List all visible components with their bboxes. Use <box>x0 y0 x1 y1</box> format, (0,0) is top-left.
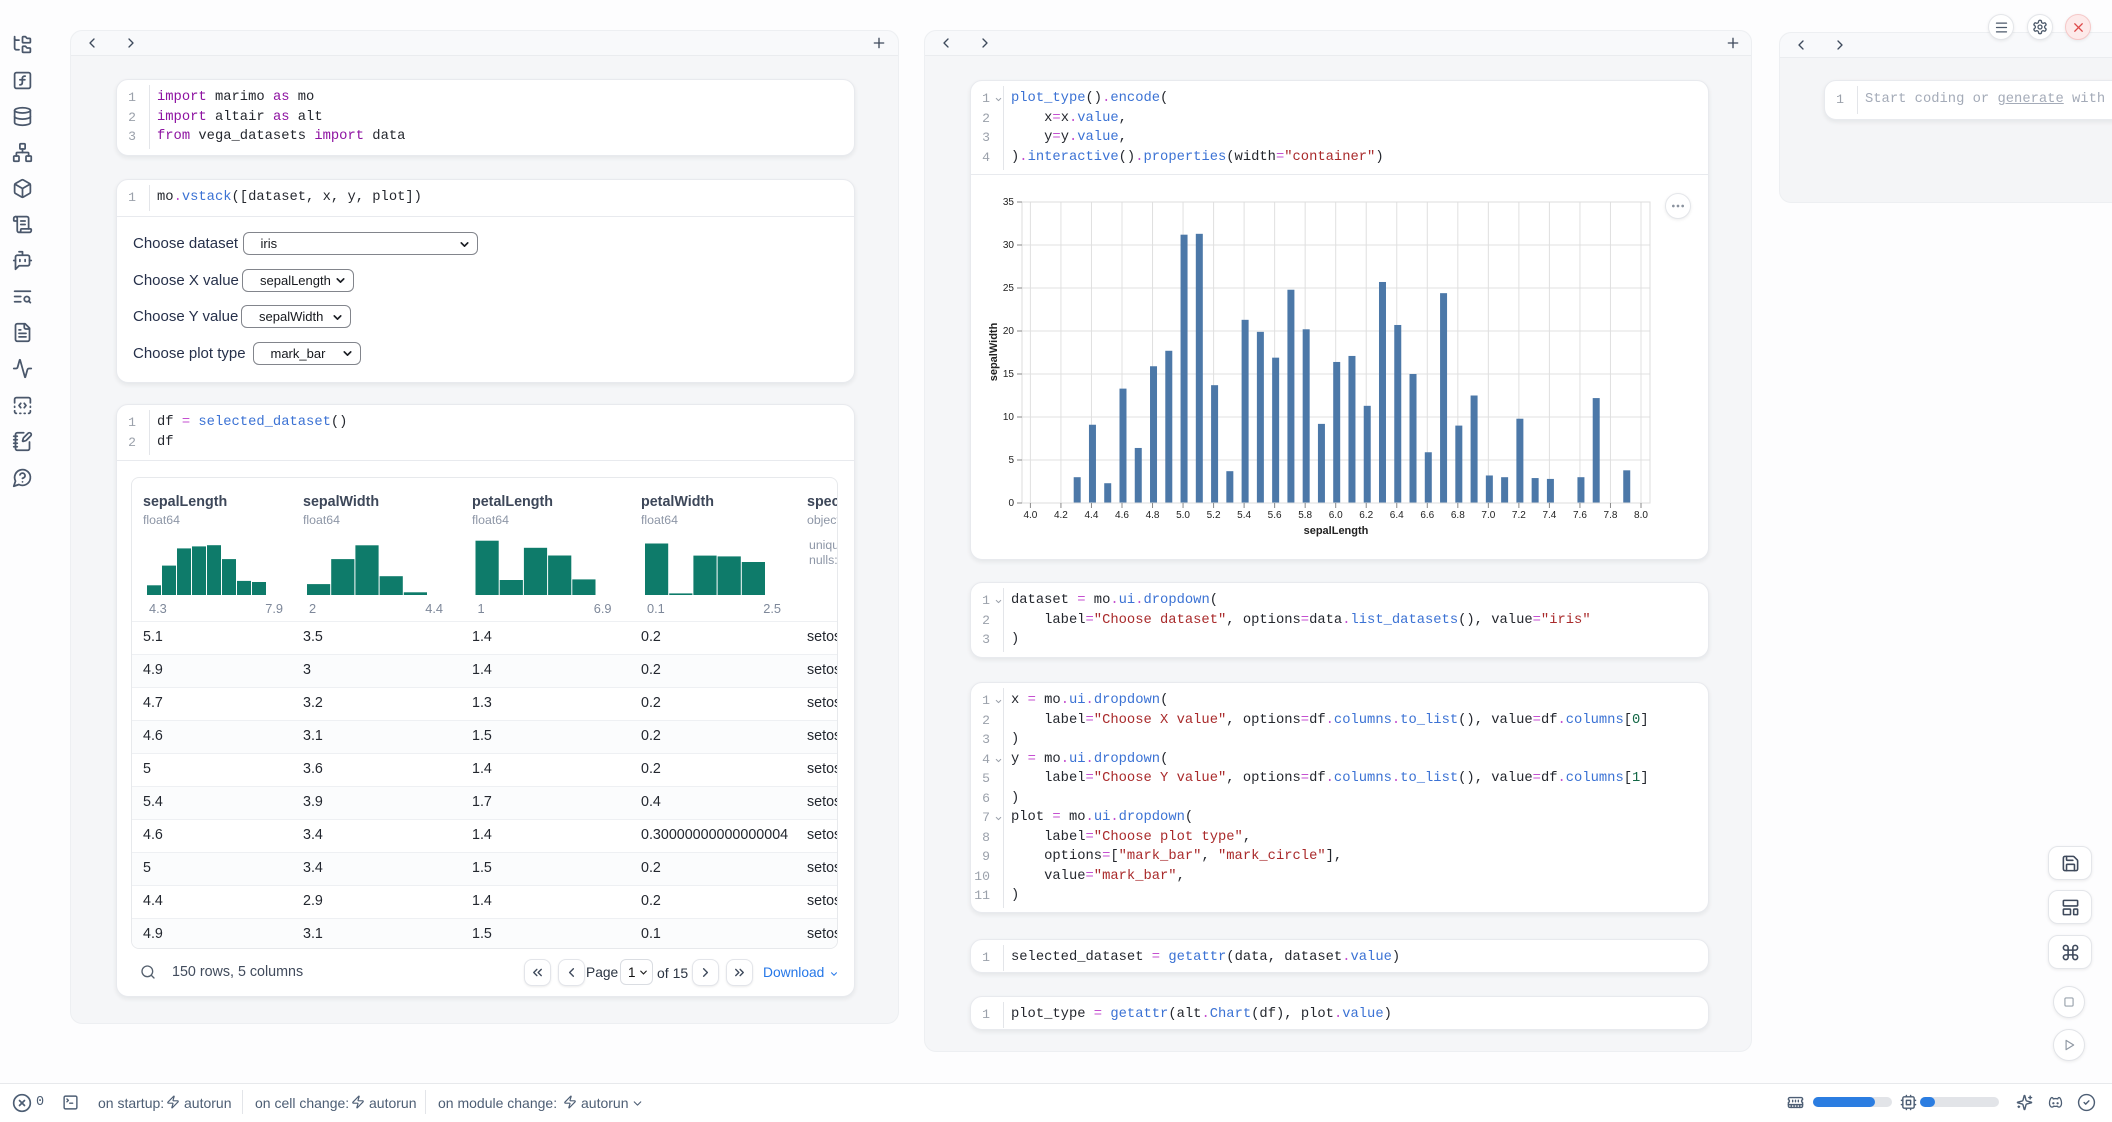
svg-text:20: 20 <box>1003 326 1015 337</box>
svg-text:7.8: 7.8 <box>1604 510 1618 521</box>
svg-text:7.6: 7.6 <box>1573 510 1587 521</box>
svg-text:4.2: 4.2 <box>1054 510 1068 521</box>
svg-text:5.2: 5.2 <box>1207 510 1221 521</box>
svg-text:15: 15 <box>1003 369 1015 380</box>
svg-text:5: 5 <box>1008 455 1014 466</box>
svg-text:6.8: 6.8 <box>1451 510 1465 521</box>
svg-text:sepalLength: sepalLength <box>1304 525 1369 537</box>
svg-text:6.4: 6.4 <box>1390 510 1404 521</box>
svg-text:5.0: 5.0 <box>1176 510 1190 521</box>
svg-text:5.6: 5.6 <box>1268 510 1282 521</box>
svg-text:25: 25 <box>1003 283 1015 294</box>
svg-text:sepalWidth: sepalWidth <box>988 322 1000 381</box>
svg-text:35: 35 <box>1003 197 1015 208</box>
svg-text:30: 30 <box>1003 240 1015 251</box>
svg-text:4.0: 4.0 <box>1023 510 1037 521</box>
svg-text:10: 10 <box>1003 412 1015 423</box>
svg-text:7.4: 7.4 <box>1542 510 1556 521</box>
svg-text:4.8: 4.8 <box>1146 510 1160 521</box>
svg-text:6.6: 6.6 <box>1420 510 1434 521</box>
svg-text:5.4: 5.4 <box>1237 510 1251 521</box>
svg-text:6.2: 6.2 <box>1359 510 1373 521</box>
svg-text:6.0: 6.0 <box>1329 510 1343 521</box>
svg-text:7.0: 7.0 <box>1481 510 1495 521</box>
svg-text:7.2: 7.2 <box>1512 510 1526 521</box>
svg-text:4.4: 4.4 <box>1085 510 1099 521</box>
svg-text:0: 0 <box>1008 498 1014 509</box>
svg-text:5.8: 5.8 <box>1298 510 1312 521</box>
svg-text:4.6: 4.6 <box>1115 510 1129 521</box>
svg-text:8.0: 8.0 <box>1634 510 1648 521</box>
